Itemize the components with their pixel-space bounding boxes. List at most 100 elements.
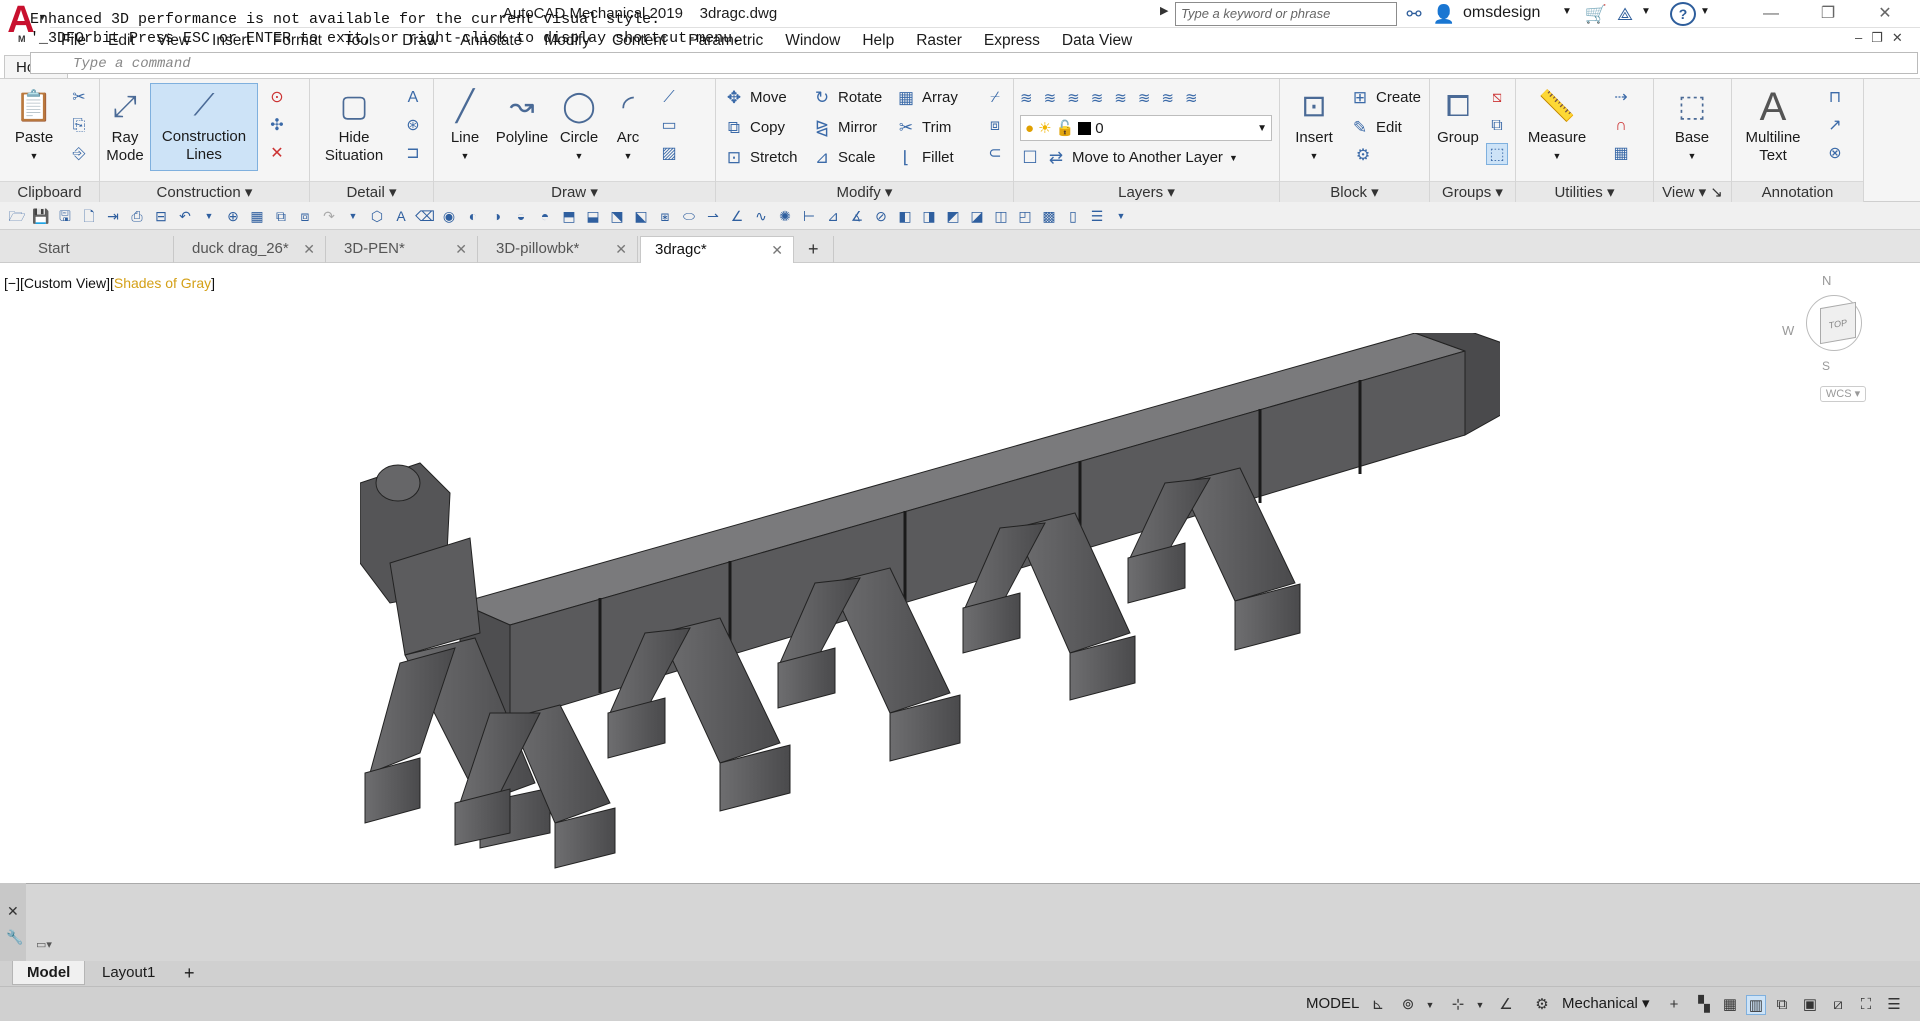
dim-aligned-icon[interactable]: ⊿ (822, 205, 844, 227)
construction-panel-title[interactable]: Construction ▾ (100, 181, 309, 203)
chevron-down-icon[interactable]: ▼ (1641, 6, 1651, 17)
close-icon[interactable]: ✕ (455, 236, 467, 262)
eraser-icon[interactable]: ⌫ (414, 205, 436, 227)
group-select-icon[interactable]: ⬚ (1486, 143, 1508, 165)
close-window-button[interactable]: ✕ (1862, 0, 1908, 28)
parts-list-icon[interactable]: ⧆ (654, 205, 676, 227)
measure-button[interactable]: 📏 Measure ▼ (1522, 85, 1592, 165)
rectangle-icon[interactable]: ▭ (658, 115, 680, 137)
draw-panel-title[interactable]: Draw ▾ (434, 181, 715, 203)
annotation-monitor-icon[interactable]: ▥ (1746, 995, 1766, 1015)
annotation-panel-title[interactable]: Annotation (1732, 181, 1863, 203)
multiline-text-button[interactable]: A Multiline Text (1736, 85, 1810, 165)
close-icon[interactable]: ✕ (615, 236, 627, 262)
compass-north[interactable]: N (1822, 273, 1831, 288)
construction-lines-button[interactable]: ⟋ Construction Lines (150, 83, 258, 171)
units-icon[interactable]: ⧉ (1772, 995, 1792, 1015)
polar-icon[interactable]: ⊹ (1448, 995, 1468, 1015)
chevron-down-icon[interactable]: ▼ (1470, 995, 1490, 1015)
base-view-button[interactable]: ⬚ Base ▼ (1664, 85, 1720, 165)
dim-angular-icon[interactable]: ∡ (846, 205, 868, 227)
model-space-toggle[interactable]: MODEL (1306, 993, 1359, 1015)
close-icon[interactable]: ✕ (771, 237, 783, 263)
stretch-button[interactable]: ⊡ Stretch (724, 145, 798, 171)
part-icon[interactable]: ◒ (510, 205, 532, 227)
view-back-icon[interactable]: ◫ (990, 205, 1012, 227)
leader-icon[interactable]: ↗ (1824, 115, 1846, 137)
dim-linear-icon[interactable]: ⊢ (798, 205, 820, 227)
polyline-button[interactable]: ↝ Polyline (490, 85, 554, 147)
wrench-icon[interactable]: 🔧 (6, 929, 23, 946)
layer-window-icon[interactable]: ⧉ (270, 205, 292, 227)
snap-magnet-icon[interactable]: ∩ (1610, 115, 1632, 137)
groups-panel-title[interactable]: Groups ▾ (1430, 181, 1515, 203)
dimension-icon[interactable]: ⊓ (1824, 87, 1846, 109)
ray-mode-button[interactable]: ⤢ Ray Mode (104, 85, 146, 165)
menu-window[interactable]: Window (774, 28, 851, 54)
block-attribute-icon[interactable]: ⚙ (1352, 145, 1374, 167)
modify-panel-title[interactable]: Modify ▾ (716, 181, 1013, 203)
quick-select-icon[interactable]: ⇢ (1610, 87, 1632, 109)
customize-icon[interactable]: ▼ (1110, 205, 1132, 227)
menu-help[interactable]: Help (851, 28, 905, 54)
layer-tools-icons[interactable]: ≋≋≋≋≋≋≋≋ (1020, 89, 1209, 107)
help-icon[interactable]: ? (1670, 2, 1696, 26)
balloon-icon[interactable]: ⬕ (630, 205, 652, 227)
file-tab[interactable]: 3D-pillowbk* ✕ (482, 236, 638, 263)
isolate-icon[interactable]: ⧄ (1828, 995, 1848, 1015)
plot-icon[interactable]: ⎙ (126, 205, 148, 227)
no-icon[interactable]: ⊘ (870, 205, 892, 227)
menu-express[interactable]: Express (973, 28, 1051, 54)
bearing-icon[interactable]: ◑ (486, 205, 508, 227)
undo-icon[interactable]: ↶ (174, 205, 196, 227)
chevron-down-icon[interactable]: ▼ (1700, 6, 1710, 17)
view-right-icon[interactable]: ◩ (942, 205, 964, 227)
xline-icon[interactable]: ⟋ (658, 87, 680, 109)
layers-panel-title[interactable]: Layers ▾ (1014, 181, 1279, 203)
new-tab-button[interactable]: + (800, 236, 834, 263)
pdf-icon[interactable]: ⊟ (150, 205, 172, 227)
search-input[interactable]: Type a keyword or phrase (1175, 2, 1397, 26)
hatch-icon[interactable]: ⊛ (402, 115, 424, 137)
offset-icon[interactable]: ⊂ (984, 143, 1006, 165)
workspace-switch[interactable]: Mechanical ▾ (1562, 993, 1650, 1015)
fastener-icon[interactable]: ⬒ (558, 205, 580, 227)
paper-icon[interactable]: ▯ (1062, 205, 1084, 227)
edit-block-button[interactable]: ✎ Edit (1350, 115, 1402, 141)
binoculars-icon[interactable]: ⚯ (1402, 2, 1426, 26)
utilities-panel-title[interactable]: Utilities ▾ (1516, 181, 1653, 203)
snap-icon[interactable]: ⊚ (1398, 995, 1418, 1015)
erase-icon[interactable]: ⌿ (984, 87, 1006, 109)
view-front-icon[interactable]: ◧ (894, 205, 916, 227)
chevron-down-icon[interactable]: ▼ (1562, 6, 1572, 17)
scale-button[interactable]: ⊿ Scale (812, 145, 876, 171)
calculator-icon[interactable]: ▦ (1610, 143, 1632, 165)
file-tab[interactable]: 3D-PEN* ✕ (330, 236, 478, 263)
cart-icon[interactable]: 🛒 (1583, 2, 1609, 26)
hatch-toolbar-icon[interactable]: ▩ (1038, 205, 1060, 227)
block-panel-title[interactable]: Block ▾ (1280, 181, 1429, 203)
symbol-icon[interactable]: ⊗ (1824, 143, 1846, 165)
properties-icon[interactable]: ☰ (1086, 205, 1108, 227)
save-as-icon[interactable]: 🖫 (54, 205, 76, 227)
cube-top-face[interactable]: TOP (1820, 301, 1856, 345)
paste-button[interactable]: 📋 Paste ▼ (6, 85, 62, 165)
compass-south[interactable]: S (1822, 359, 1830, 373)
arc-button[interactable]: ◜ Arc ▼ (606, 85, 650, 165)
text-style-icon[interactable]: A (390, 205, 412, 227)
restore-button[interactable]: ❐ (1805, 0, 1851, 28)
shaft-icon[interactable]: ◐ (462, 205, 484, 227)
close-icon[interactable]: ✕ (7, 903, 19, 920)
a360-icon[interactable]: ⟁ (1612, 2, 1638, 26)
mirror-button[interactable]: ⧎ Mirror (812, 115, 877, 141)
circle-button[interactable]: ◯ Circle ▼ (554, 85, 604, 165)
move-to-another-layer-button[interactable]: ☐ ⇄ Move to Another Layer ▼ (1020, 145, 1237, 171)
group-edit-icon[interactable]: ⧉ (1486, 115, 1508, 137)
view-panel-title[interactable]: View ▾ ↘ (1654, 181, 1731, 203)
angle-icon[interactable]: ∠ (726, 205, 748, 227)
search-expand-icon[interactable]: ▶ (1160, 4, 1168, 17)
chevron-down-icon[interactable]: ▼ (342, 205, 364, 227)
drawing-window-controls[interactable]: –❐✕ (1855, 30, 1912, 46)
break-icon[interactable]: ⊐ (402, 143, 424, 165)
delete-construction-icon[interactable]: ✕ (266, 143, 288, 165)
